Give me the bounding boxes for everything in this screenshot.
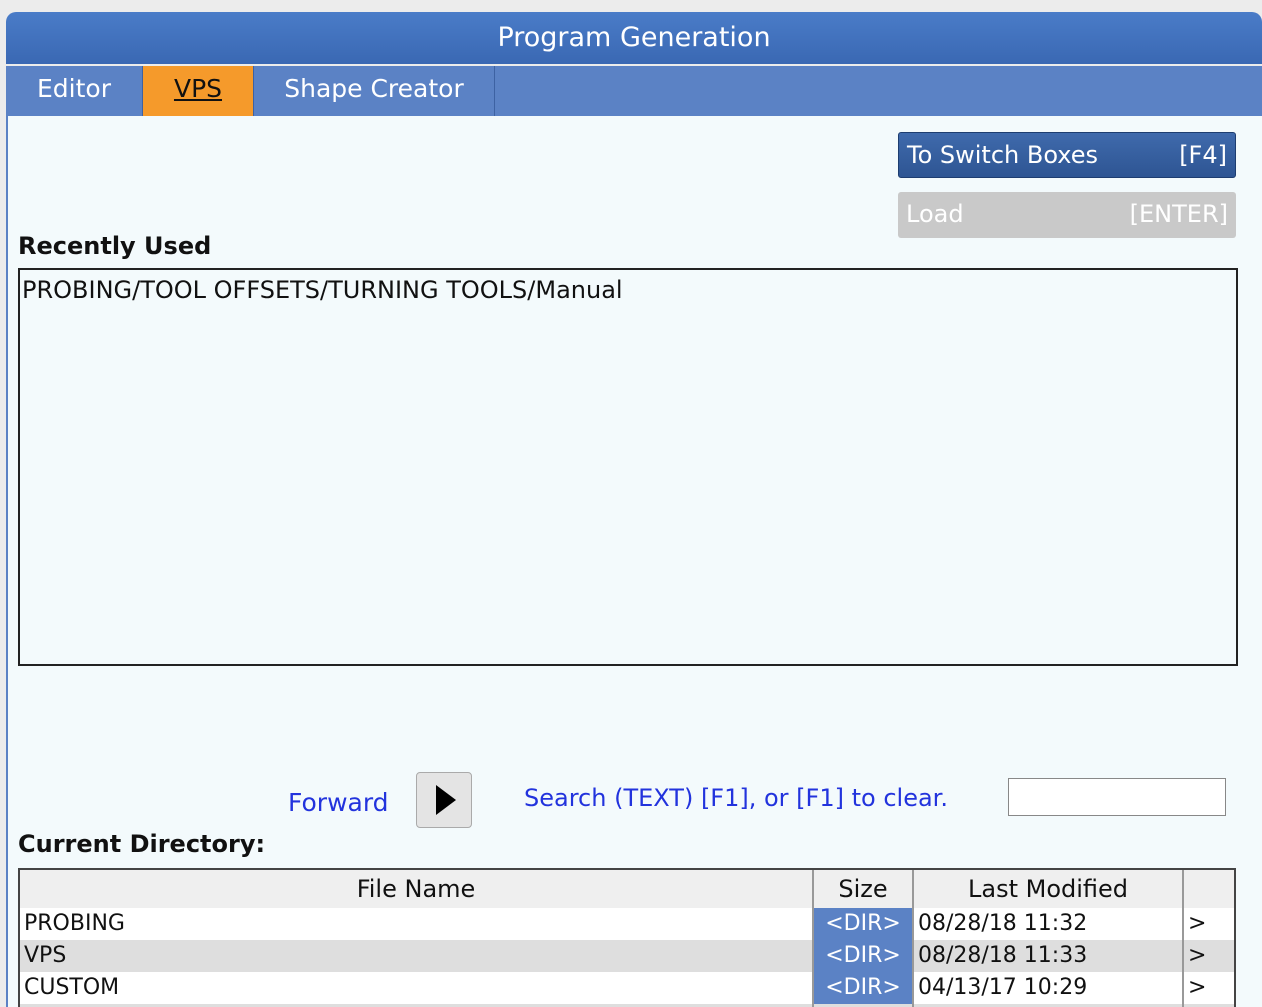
load-key: [ENTER]: [1129, 200, 1228, 228]
column-size[interactable]: Size: [814, 870, 914, 908]
load-button[interactable]: Load [ENTER]: [898, 192, 1236, 238]
search-input[interactable]: [1008, 778, 1226, 816]
window-title: Program Generation: [6, 12, 1262, 64]
play-arrow-icon: [436, 785, 456, 815]
file-name-cell: PROBING: [20, 908, 814, 940]
table-row[interactable]: CUSTOM <DIR> 04/13/17 10:29 >: [20, 972, 1234, 1004]
forward-button[interactable]: [416, 772, 472, 828]
search-hint: Search (TEXT) [F1], or [F1] to clear.: [524, 784, 948, 812]
directory-table: File Name Size Last Modified PROBING <DI…: [18, 868, 1236, 1007]
tab-editor-label: Editor: [37, 74, 111, 103]
table-header: File Name Size Last Modified: [20, 870, 1234, 908]
switch-boxes-key: [F4]: [1179, 141, 1227, 169]
recently-used-heading: Recently Used: [18, 232, 212, 260]
tab-shape-creator-label: Shape Creator: [284, 74, 464, 103]
size-cell: <DIR>: [814, 908, 914, 940]
switch-boxes-label: To Switch Boxes: [907, 141, 1099, 169]
vps-panel: To Switch Boxes [F4] Load [ENTER] Recent…: [6, 116, 1262, 1007]
recently-used-item[interactable]: PROBING/TOOL OFFSETS/TURNING TOOLS/Manua…: [22, 276, 623, 304]
open-arrow[interactable]: >: [1184, 908, 1234, 940]
tab-vps-label: VPS: [173, 74, 223, 103]
tab-editor[interactable]: Editor: [6, 66, 143, 116]
open-arrow[interactable]: >: [1184, 940, 1234, 972]
tab-bar: Editor VPS Shape Creator: [6, 66, 1262, 117]
modified-cell: 08/28/18 11:32: [914, 908, 1184, 940]
open-arrow[interactable]: >: [1184, 972, 1234, 1004]
switch-boxes-button[interactable]: To Switch Boxes [F4]: [898, 132, 1236, 178]
recently-used-list[interactable]: PROBING/TOOL OFFSETS/TURNING TOOLS/Manua…: [18, 268, 1238, 666]
tab-shape-creator[interactable]: Shape Creator: [254, 66, 495, 116]
modified-cell: 08/28/18 11:33: [914, 940, 1184, 972]
current-directory-heading: Current Directory:: [18, 830, 266, 858]
table-row[interactable]: PROBING <DIR> 08/28/18 11:32 >: [20, 908, 1234, 940]
size-cell: <DIR>: [814, 972, 914, 1004]
column-file-name[interactable]: File Name: [20, 870, 814, 908]
tab-vps[interactable]: VPS: [143, 66, 254, 116]
modified-cell: 04/13/17 10:29: [914, 972, 1184, 1004]
file-name-cell: VPS: [20, 940, 814, 972]
size-cell: <DIR>: [814, 940, 914, 972]
forward-label: Forward: [288, 788, 389, 817]
column-open: [1184, 870, 1234, 908]
load-label: Load: [906, 200, 964, 228]
table-row[interactable]: VPS <DIR> 08/28/18 11:33 >: [20, 940, 1234, 972]
file-name-cell: CUSTOM: [20, 972, 814, 1004]
column-last-modified[interactable]: Last Modified: [914, 870, 1184, 908]
program-generation-window: Program Generation Editor VPS Shape Crea…: [6, 12, 1262, 1007]
